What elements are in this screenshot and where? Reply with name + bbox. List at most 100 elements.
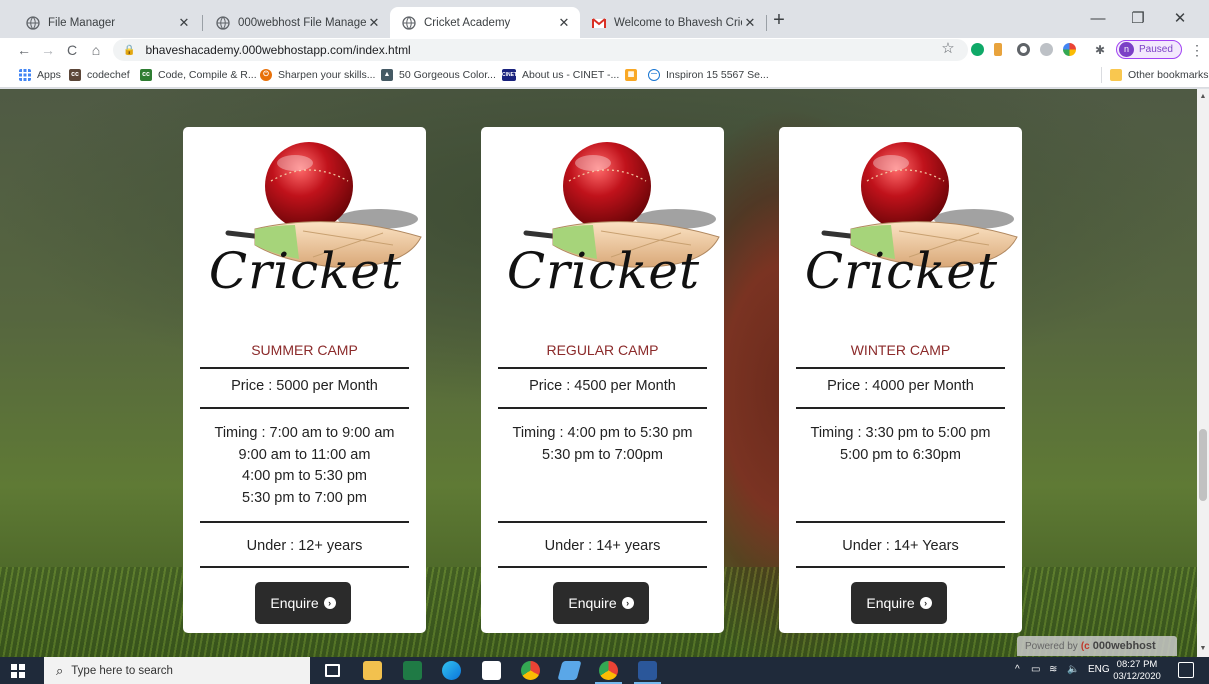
camp-timing: Timing : 3:30 pm to 5:00 pm 5:00 pm to 6… (779, 423, 1022, 466)
taskbar-clock[interactable]: 08:27 PM 03/12/2020 (1112, 659, 1162, 682)
bookmark-sharpen-skills[interactable]: ⏻ Sharpen your skills... (260, 67, 375, 83)
divider (796, 367, 1005, 369)
tab-cricket-academy[interactable]: Cricket Academy ✕ (390, 7, 580, 38)
bookmark-label: Sharpen your skills... (278, 69, 376, 81)
divider (498, 407, 707, 409)
home-button[interactable]: ⌂ (86, 40, 106, 60)
chrome-active-icon[interactable] (595, 661, 622, 684)
timing-line: Timing : 4:00 pm to 5:30 pm (512, 425, 693, 441)
camp-card-summer: Cricket SUMMER CAMP Price : 5000 per Mon… (183, 127, 426, 633)
taskbar-search-input[interactable]: ⌕ Type here to search (44, 657, 310, 684)
paint-extension-icon[interactable] (994, 43, 1002, 56)
timing-line: Timing : 3:30 pm to 5:00 pm (810, 425, 991, 441)
maximize-button[interactable]: ❐ (1118, 0, 1158, 38)
chrome-icon[interactable] (521, 661, 540, 680)
enquire-button[interactable]: Enquire › (255, 582, 351, 624)
snip-tool-icon[interactable] (557, 661, 582, 680)
timing-line: 9:00 am to 11:00 am (238, 446, 371, 463)
new-tab-button[interactable]: + (769, 10, 789, 31)
tab-divider (202, 15, 203, 31)
other-bookmarks-folder[interactable]: Other bookmarks (1110, 67, 1209, 83)
enquire-label: Enquire (866, 595, 915, 611)
globe-icon (216, 15, 230, 30)
divider (200, 407, 409, 409)
camp-card-winter: Cricket WINTER CAMP Price : 4000 per Mon… (779, 127, 1022, 633)
menu-kebab-icon[interactable]: ⋮ (1190, 40, 1204, 60)
scroll-up-arrow-icon[interactable]: ▲ (1197, 91, 1209, 103)
bookmark-gorgeous-color[interactable]: ▲ 50 Gorgeous Color... (381, 67, 496, 83)
gray-extension-icon[interactable] (1040, 43, 1053, 56)
tab-title: Welcome to Bhavesh Cricket Aca (614, 16, 742, 29)
bookmark-code-compile[interactable]: cc Code, Compile & R... (140, 67, 257, 83)
close-tab-icon[interactable]: ✕ (742, 15, 758, 31)
scroll-down-arrow-icon[interactable]: ▼ (1197, 643, 1209, 655)
notification-center-icon[interactable] (1178, 662, 1194, 678)
bookmark-label: About us - CINET -... (522, 69, 620, 81)
divider (200, 566, 409, 568)
close-tab-icon[interactable]: ✕ (176, 15, 192, 31)
reload-button[interactable]: C (62, 40, 82, 60)
color-extension-icon[interactable] (1063, 43, 1076, 56)
language-indicator[interactable]: ENG (1088, 664, 1110, 675)
bookmark-label: Other bookmarks (1128, 69, 1209, 81)
timing-line: Timing : 7:00 am to 9:00 am (214, 425, 395, 441)
bookmark-apps[interactable]: Apps (19, 67, 61, 83)
word-icon[interactable] (634, 661, 661, 684)
bookmark-grid-logo[interactable]: ▦ (625, 67, 643, 83)
profile-paused-button[interactable]: n Paused (1116, 40, 1182, 59)
bookmark-codechef[interactable]: cc codechef (69, 67, 130, 83)
divider (200, 521, 409, 523)
timing-line: 5:30 pm to 7:00pm (542, 446, 663, 463)
cricket-logo-text: Cricket (804, 242, 999, 300)
image-icon: ▲ (381, 69, 393, 81)
bookmark-label: Inspiron 15 5567 Se... (666, 69, 769, 81)
enquire-button[interactable]: Enquire › (553, 582, 649, 624)
volume-icon[interactable]: 🔈 (1067, 664, 1079, 675)
tab-title: File Manager (48, 16, 116, 29)
extensions-puzzle-icon[interactable]: ✱ (1090, 40, 1110, 60)
tab-file-manager[interactable]: File Manager ✕ (14, 7, 200, 38)
tab-title: 000webhost File Manager (238, 16, 366, 29)
excel-icon[interactable] (403, 661, 422, 680)
close-window-button[interactable]: ✕ (1160, 0, 1200, 38)
enquire-button[interactable]: Enquire › (851, 582, 947, 624)
forward-button[interactable]: → (38, 40, 58, 60)
back-button[interactable]: ← (14, 40, 34, 60)
tab-strip: File Manager ✕ 000webhost File Manager ✕… (0, 0, 1209, 38)
bookmark-cinet[interactable]: CINET About us - CINET -... (502, 67, 619, 83)
camp-card-regular: Cricket REGULAR CAMP Price : 4500 per Mo… (481, 127, 724, 633)
tray-chevron-up-icon[interactable]: ^ (1015, 664, 1020, 675)
chevron-right-circle-icon: › (919, 597, 932, 609)
tab-000webhost-file-manager[interactable]: 000webhost File Manager ✕ (204, 7, 390, 38)
address-bar[interactable]: 🔒 bhaveshacademy.000webhostapp.com/index… (113, 39, 968, 61)
wifi-icon[interactable]: ≋ (1049, 664, 1057, 675)
grammarly-extension-icon[interactable] (971, 43, 984, 56)
grid-logo-icon: ▦ (625, 69, 637, 81)
bookmarks-divider (1101, 67, 1102, 83)
camp-price: Price : 5000 per Month (231, 378, 378, 394)
search-placeholder: Type here to search (71, 664, 173, 677)
camp-title: WINTER CAMP (850, 342, 951, 358)
windows-start-icon[interactable] (11, 664, 25, 678)
timing-line: 4:00 pm to 5:30 pm (242, 468, 367, 484)
store-icon[interactable] (482, 661, 501, 680)
timing-line: 5:30 pm to 7:00 pm (242, 489, 367, 506)
camp-title: SUMMER CAMP (251, 342, 358, 358)
bookmark-label: Code, Compile & R... (158, 69, 257, 81)
close-tab-icon[interactable]: ✕ (556, 15, 572, 31)
edge-icon[interactable] (442, 661, 461, 680)
bookmark-inspiron[interactable]: — Inspiron 15 5567 Se... (648, 67, 769, 83)
tab-welcome-bhavesh[interactable]: Welcome to Bhavesh Cricket Aca ✕ (580, 7, 766, 38)
minimize-button[interactable]: — (1078, 0, 1118, 38)
scrollbar-thumb[interactable] (1199, 429, 1207, 501)
powered-by-badge[interactable]: Powered by (c 000webhost (1017, 636, 1177, 656)
task-view-icon[interactable] (325, 664, 340, 677)
battery-icon[interactable]: ▭ (1031, 664, 1040, 675)
file-explorer-icon[interactable] (363, 661, 382, 680)
close-tab-icon[interactable]: ✕ (366, 15, 382, 31)
record-extension-icon[interactable] (1017, 43, 1030, 56)
page-scrollbar[interactable]: ▲ ▼ (1197, 89, 1209, 657)
bookmark-star-icon[interactable]: ☆ (938, 39, 958, 59)
bookmark-label: Apps (37, 69, 61, 81)
divider (498, 367, 707, 369)
